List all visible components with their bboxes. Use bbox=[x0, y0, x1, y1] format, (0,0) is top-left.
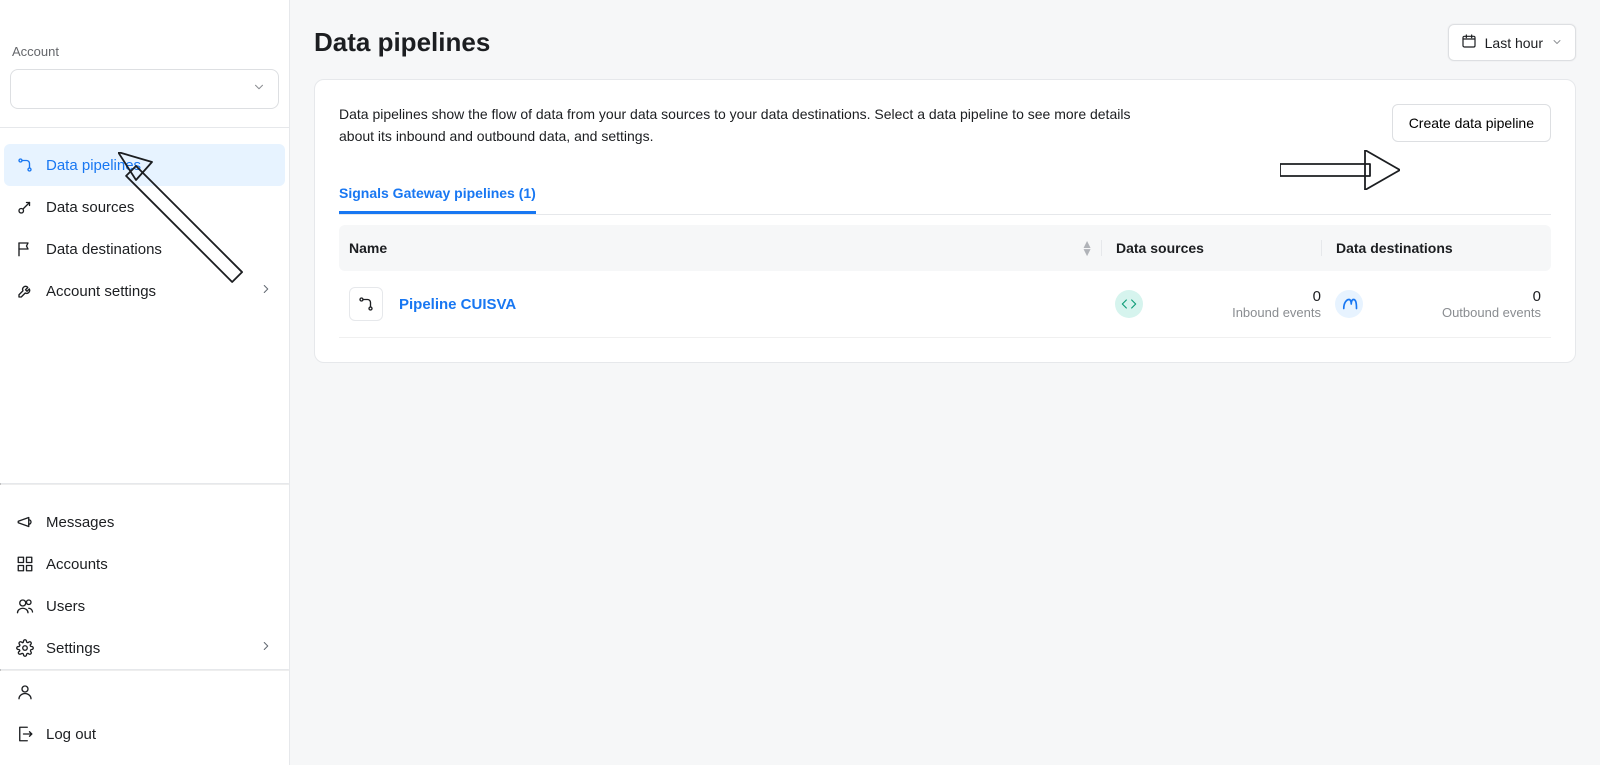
sidebar-item-messages[interactable]: Messages bbox=[4, 501, 285, 543]
grid-icon bbox=[16, 555, 34, 573]
source-code-icon bbox=[1115, 290, 1143, 318]
outbound-count: 0 bbox=[1442, 288, 1541, 305]
time-range-label: Last hour bbox=[1485, 35, 1543, 51]
chevron-down-icon bbox=[252, 80, 266, 99]
wrench-icon bbox=[16, 282, 34, 300]
sidebar-item-data-pipelines[interactable]: Data pipelines bbox=[4, 144, 285, 186]
sidebar-item-label: Messages bbox=[46, 514, 114, 531]
main-content: Data pipelines Last hour Data pipelines … bbox=[290, 0, 1600, 765]
create-data-pipeline-button[interactable]: Create data pipeline bbox=[1392, 104, 1551, 142]
flag-icon bbox=[16, 240, 34, 258]
column-header-sources: Data sources bbox=[1101, 240, 1321, 256]
sidebar-item-users[interactable]: Users bbox=[4, 585, 285, 627]
data-sources-icon bbox=[16, 198, 34, 216]
sidebar-account-section: Account bbox=[0, 0, 289, 128]
account-label: Account bbox=[12, 44, 279, 59]
meta-icon bbox=[1335, 290, 1363, 318]
user-icon bbox=[16, 683, 34, 701]
tab-signals-gateway[interactable]: Signals Gateway pipelines (1) bbox=[339, 175, 536, 214]
sidebar-item-label: Settings bbox=[46, 640, 100, 657]
pipeline-icon bbox=[16, 156, 34, 174]
sidebar-item-label: Account settings bbox=[46, 283, 156, 300]
nav-secondary: Messages Accounts Users Settings bbox=[0, 485, 289, 669]
pipeline-icon bbox=[349, 287, 383, 321]
sidebar: Account Data pipelines Data sources Data… bbox=[0, 0, 290, 765]
megaphone-icon bbox=[16, 513, 34, 531]
page-header: Data pipelines Last hour bbox=[314, 0, 1576, 79]
sidebar-item-accounts[interactable]: Accounts bbox=[4, 543, 285, 585]
logout-icon bbox=[16, 725, 34, 743]
sidebar-item-label: Users bbox=[46, 598, 85, 615]
nav-primary: Data pipelines Data sources Data destina… bbox=[0, 128, 289, 312]
sidebar-item-profile[interactable] bbox=[4, 671, 285, 713]
calendar-icon bbox=[1461, 33, 1477, 52]
inbound-label: Inbound events bbox=[1232, 305, 1321, 320]
page-title: Data pipelines bbox=[314, 27, 490, 58]
sidebar-item-label: Accounts bbox=[46, 556, 108, 573]
chevron-right-icon bbox=[259, 282, 273, 300]
sidebar-item-data-destinations[interactable]: Data destinations bbox=[4, 228, 285, 270]
inbound-count: 0 bbox=[1232, 288, 1321, 305]
pipelines-table: Name ▲▼ Data sources Data destinations P… bbox=[339, 225, 1551, 338]
time-range-button[interactable]: Last hour bbox=[1448, 24, 1576, 61]
account-select[interactable] bbox=[10, 69, 279, 109]
sort-icon: ▲▼ bbox=[1081, 240, 1101, 256]
sidebar-item-account-settings[interactable]: Account settings bbox=[4, 270, 285, 312]
sidebar-item-label: Data pipelines bbox=[46, 157, 141, 174]
chevron-down-icon bbox=[1551, 35, 1563, 51]
card-description: Data pipelines show the flow of data fro… bbox=[339, 104, 1159, 147]
pipeline-name-link[interactable]: Pipeline CUISVA bbox=[399, 296, 516, 313]
column-header-name[interactable]: Name ▲▼ bbox=[349, 240, 1101, 256]
table-row[interactable]: Pipeline CUISVA 0 Inbound events bbox=[339, 271, 1551, 338]
sidebar-item-label: Data sources bbox=[46, 199, 134, 216]
outbound-label: Outbound events bbox=[1442, 305, 1541, 320]
sidebar-item-label: Data destinations bbox=[46, 241, 162, 258]
gear-icon bbox=[16, 639, 34, 657]
tabs: Signals Gateway pipelines (1) bbox=[339, 175, 1551, 215]
sidebar-item-data-sources[interactable]: Data sources bbox=[4, 186, 285, 228]
sidebar-item-label: Log out bbox=[46, 726, 96, 743]
column-header-destinations: Data destinations bbox=[1321, 240, 1541, 256]
sidebar-item-logout[interactable]: Log out bbox=[4, 713, 285, 755]
pipelines-card: Data pipelines show the flow of data fro… bbox=[314, 79, 1576, 363]
table-header: Name ▲▼ Data sources Data destinations bbox=[339, 225, 1551, 271]
users-icon bbox=[16, 597, 34, 615]
nav-footer: Log out bbox=[0, 671, 289, 765]
sidebar-item-settings[interactable]: Settings bbox=[4, 627, 285, 669]
chevron-right-icon bbox=[259, 639, 273, 657]
column-header-label: Name bbox=[349, 240, 387, 256]
